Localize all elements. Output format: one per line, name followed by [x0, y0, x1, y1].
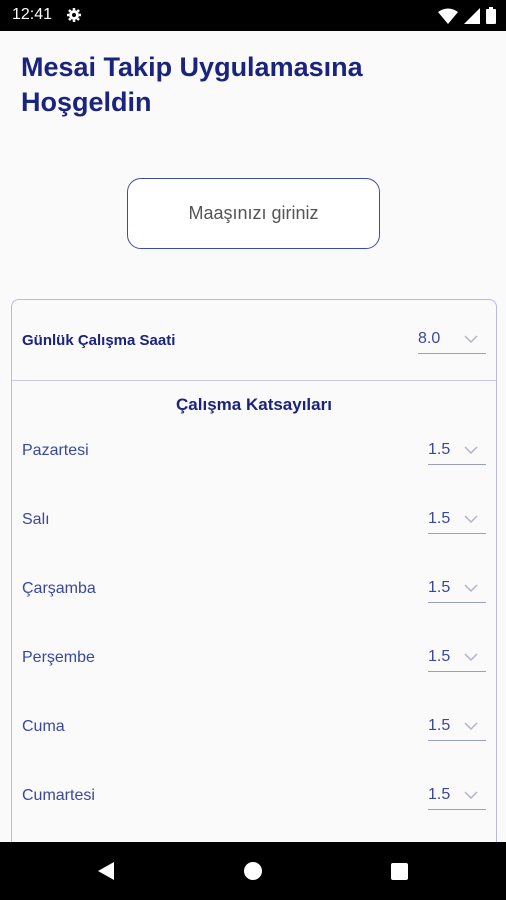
chevron-down-icon: [464, 722, 478, 731]
tuesday-coefficient-dropdown[interactable]: 1.5: [428, 506, 486, 534]
daily-hours-label: Günlük Çalışma Saati: [22, 332, 176, 349]
chevron-down-icon: [464, 584, 478, 593]
day-label-thursday: Perşembe: [22, 649, 95, 666]
home-icon[interactable]: [243, 861, 263, 881]
wednesday-coefficient-dropdown[interactable]: 1.5: [428, 575, 486, 603]
salary-input-button[interactable]: Maaşınızı giriniz: [127, 178, 380, 249]
day-label-tuesday: Salı: [22, 511, 50, 528]
monday-coefficient-value: 1.5: [428, 441, 451, 458]
day-label-monday: Pazartesi: [22, 442, 89, 459]
chevron-down-icon: [464, 446, 478, 455]
saturday-coefficient-dropdown[interactable]: 1.5: [428, 782, 486, 810]
tuesday-coefficient-value: 1.5: [428, 510, 451, 527]
saturday-coefficient-value: 1.5: [428, 786, 451, 803]
settings-card: Günlük Çalışma Saati 8.0 Çalışma Katsayı…: [11, 299, 497, 859]
daily-hours-value: 8.0: [418, 330, 441, 347]
day-label-friday: Cuma: [22, 718, 65, 735]
chevron-down-icon: [464, 653, 478, 662]
day-label-wednesday: Çarşamba: [22, 580, 96, 597]
chevron-down-icon: [464, 791, 478, 800]
daily-hours-dropdown[interactable]: 8.0: [418, 326, 486, 354]
battery-icon: [486, 7, 496, 24]
daily-hours-row: Günlük Çalışma Saati 8.0: [12, 300, 496, 381]
day-label-saturday: Cumartesi: [22, 787, 95, 804]
wednesday-coefficient-value: 1.5: [428, 579, 451, 596]
signal-icon: [464, 7, 480, 24]
status-time: 12:41: [12, 6, 53, 23]
chevron-down-icon: [464, 515, 478, 524]
chevron-down-icon: [464, 335, 478, 344]
monday-coefficient-dropdown[interactable]: 1.5: [428, 437, 486, 465]
thursday-coefficient-value: 1.5: [428, 648, 451, 665]
recents-icon[interactable]: [390, 862, 409, 881]
thursday-coefficient-dropdown[interactable]: 1.5: [428, 644, 486, 672]
settings-gear-icon: [67, 8, 81, 22]
friday-coefficient-dropdown[interactable]: 1.5: [428, 713, 486, 741]
navigation-bar: [0, 842, 506, 900]
page-title: Mesai Takip Uygulamasına Hoşgeldin: [21, 52, 363, 117]
coefficients-title: Çalışma Katsayıları: [176, 395, 332, 414]
wifi-icon: [438, 8, 458, 24]
friday-coefficient-value: 1.5: [428, 717, 451, 734]
status-bar: 12:41: [0, 0, 506, 31]
back-icon[interactable]: [96, 861, 116, 881]
